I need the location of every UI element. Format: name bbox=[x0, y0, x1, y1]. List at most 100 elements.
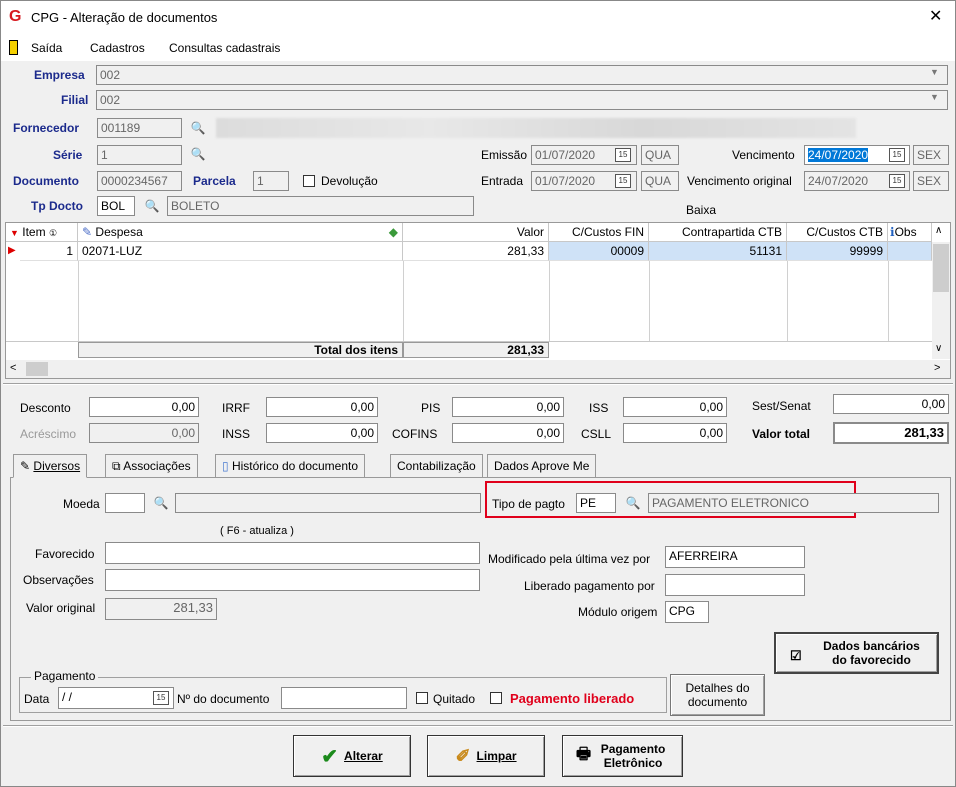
sest-field[interactable]: 0,00 bbox=[833, 394, 949, 414]
pis-field[interactable]: 0,00 bbox=[452, 397, 564, 417]
emissao-calendar-icon[interactable]: 15 bbox=[615, 148, 631, 162]
grid-scroll-down-icon[interactable]: ∨ bbox=[935, 343, 942, 354]
serie-search-icon[interactable]: 🔍 bbox=[188, 144, 208, 164]
liberado-label: Liberado pagamento por bbox=[524, 579, 655, 593]
desconto-field[interactable]: 0,00 bbox=[89, 397, 199, 417]
tab-associacoes[interactable]: ⧉ Associações bbox=[105, 454, 198, 478]
desconto-label: Desconto bbox=[20, 401, 71, 415]
menu-consultas[interactable]: Consultas cadastrais bbox=[169, 40, 280, 56]
empresa-dropdown-icon[interactable]: ▼ bbox=[930, 67, 939, 77]
tab-dados-aprove[interactable]: Dados Aprove Me bbox=[487, 454, 597, 478]
menu-saida[interactable]: Saída bbox=[31, 40, 62, 56]
devolucao-label: Devolução bbox=[321, 174, 378, 188]
menu-bar: Saída Cadastros Consultas cadastrais bbox=[1, 35, 955, 61]
tab-contabilizacao[interactable]: Contabilização bbox=[390, 454, 483, 478]
modificado-field[interactable]: AFERREIRA bbox=[665, 546, 805, 568]
tab-contabilizacao-label: Contabilização bbox=[397, 459, 476, 473]
valor-total-field[interactable]: 281,33 bbox=[833, 422, 949, 444]
limpar-button[interactable]: ✐ Limpar bbox=[427, 735, 545, 777]
tipo-pagto-search-icon[interactable]: 🔍 bbox=[623, 493, 643, 513]
dados-bancarios-button[interactable]: ☑ Dados bancários do favorecido bbox=[774, 632, 939, 674]
table-row[interactable]: 1 bbox=[20, 242, 78, 261]
grid-hscroll-thumb[interactable] bbox=[26, 362, 48, 376]
entrada-dia: QUA bbox=[641, 171, 679, 191]
devolucao-checkbox[interactable] bbox=[303, 175, 315, 187]
grid-col-lines bbox=[78, 261, 79, 341]
filial-field[interactable]: 002 bbox=[96, 90, 948, 110]
pagamento-eletronico-button[interactable]: 🖶 Pagamento Eletrônico bbox=[562, 735, 683, 777]
data-calendar-icon[interactable]: 15 bbox=[153, 691, 169, 705]
divider bbox=[3, 383, 953, 385]
moeda-field[interactable] bbox=[105, 493, 145, 513]
emissao-dia: QUA bbox=[641, 145, 679, 165]
f6-atualiza-label[interactable]: ( F6 - atualiza ) bbox=[220, 523, 294, 539]
filial-dropdown-icon[interactable]: ▼ bbox=[930, 92, 939, 102]
acrescimo-field[interactable]: 0,00 bbox=[89, 423, 199, 443]
tipo-pagto-field[interactable]: PE bbox=[576, 493, 616, 513]
cell-contrapartida[interactable]: 51131 bbox=[649, 242, 787, 261]
documento-field[interactable]: 0000234567 bbox=[97, 171, 182, 191]
close-icon[interactable]: ✕ bbox=[929, 9, 942, 25]
grid-header-contrapartida[interactable]: Contrapartida CTB bbox=[649, 223, 787, 242]
fornecedor-field[interactable]: 001189 bbox=[97, 118, 182, 138]
grid-header-valor[interactable]: Valor bbox=[403, 223, 549, 242]
cell-ccfin[interactable]: 00009 bbox=[549, 242, 649, 261]
irrf-label: IRRF bbox=[222, 401, 250, 415]
grid-vscroll[interactable] bbox=[932, 242, 950, 359]
tpdocto-field[interactable]: BOL bbox=[97, 196, 135, 216]
items-grid[interactable]: ▼ Item ① ✎ Despesa ◆ Valor C/Custos FIN C… bbox=[5, 222, 951, 379]
cell-despesa[interactable]: 02071-LUZ bbox=[78, 242, 403, 261]
detalhes-button[interactable]: Detalhes do documento bbox=[670, 674, 765, 716]
tab-diversos[interactable]: ✎ Diversos bbox=[13, 454, 88, 478]
iss-field[interactable]: 0,00 bbox=[623, 397, 727, 417]
alterar-button[interactable]: ✔ Alterar bbox=[293, 735, 411, 777]
cofins-field[interactable]: 0,00 bbox=[452, 423, 564, 443]
quitado-checkbox[interactable] bbox=[416, 692, 428, 704]
irrf-field[interactable]: 0,00 bbox=[266, 397, 378, 417]
tab-historico[interactable]: ▯ Histórico do documento bbox=[215, 454, 366, 478]
csll-label: CSLL bbox=[581, 427, 612, 441]
dados-bancarios-label: Dados bancários do favorecido bbox=[823, 639, 920, 667]
scroll-right-icon[interactable]: > bbox=[934, 362, 940, 374]
grid-header-obs[interactable]: ℹObs bbox=[888, 223, 932, 242]
grid-vscroll-thumb[interactable] bbox=[933, 244, 949, 292]
ndoc-label: Nº do documento bbox=[177, 692, 270, 706]
favorecido-field[interactable] bbox=[105, 542, 480, 564]
grid-header-ccfin[interactable]: C/Custos FIN bbox=[549, 223, 649, 242]
vencimento-calendar-icon[interactable]: 15 bbox=[889, 148, 905, 162]
entrada-label: Entrada bbox=[481, 174, 524, 188]
fornecedor-search-icon[interactable]: 🔍 bbox=[188, 118, 208, 138]
sort-order-icon: ① bbox=[48, 228, 58, 238]
csll-field[interactable]: 0,00 bbox=[623, 423, 727, 443]
venc-orig-label: Vencimento original bbox=[687, 174, 792, 188]
pag-liberado-checkbox[interactable] bbox=[490, 692, 502, 704]
valor-original-field[interactable]: 281,33 bbox=[105, 598, 217, 620]
row-pointer-icon: ▶ bbox=[8, 245, 16, 256]
total-label-cell: Total dos itens bbox=[78, 342, 403, 358]
grid-header-ccctb[interactable]: C/Custos CTB bbox=[787, 223, 888, 242]
parcela-field[interactable]: 1 bbox=[253, 171, 289, 191]
cell-obs[interactable] bbox=[888, 242, 932, 261]
modulo-field[interactable]: CPG bbox=[665, 601, 709, 623]
empresa-field[interactable]: 002 bbox=[96, 65, 948, 85]
cell-valor[interactable]: 281,33 bbox=[403, 242, 549, 261]
observacoes-field[interactable] bbox=[105, 569, 480, 591]
grid-header-despesa[interactable]: ✎ Despesa ◆ bbox=[78, 223, 403, 242]
liberado-field[interactable] bbox=[665, 574, 805, 596]
grid-header-item[interactable]: ▼ Item ① bbox=[6, 223, 78, 242]
grid-hscroll[interactable]: < > bbox=[6, 360, 950, 378]
tpdocto-search-icon[interactable]: 🔍 bbox=[142, 196, 162, 216]
cell-ccctb[interactable]: 99999 bbox=[787, 242, 888, 261]
observacoes-label: Observações bbox=[23, 573, 94, 587]
scroll-left-icon[interactable]: < bbox=[10, 362, 16, 374]
inss-field[interactable]: 0,00 bbox=[266, 423, 378, 443]
venc-orig-calendar-icon[interactable]: 15 bbox=[889, 174, 905, 188]
menu-cadastros[interactable]: Cadastros bbox=[90, 40, 145, 56]
grid-scroll-up-icon[interactable]: ∧ bbox=[935, 225, 942, 236]
ndoc-field[interactable] bbox=[281, 687, 407, 709]
moeda-search-icon[interactable]: 🔍 bbox=[151, 493, 171, 513]
pagamento-group-label: Pagamento bbox=[31, 668, 99, 684]
serie-field[interactable]: 1 bbox=[97, 145, 182, 165]
entrada-calendar-icon[interactable]: 15 bbox=[615, 174, 631, 188]
grid-col-lines bbox=[549, 261, 550, 341]
